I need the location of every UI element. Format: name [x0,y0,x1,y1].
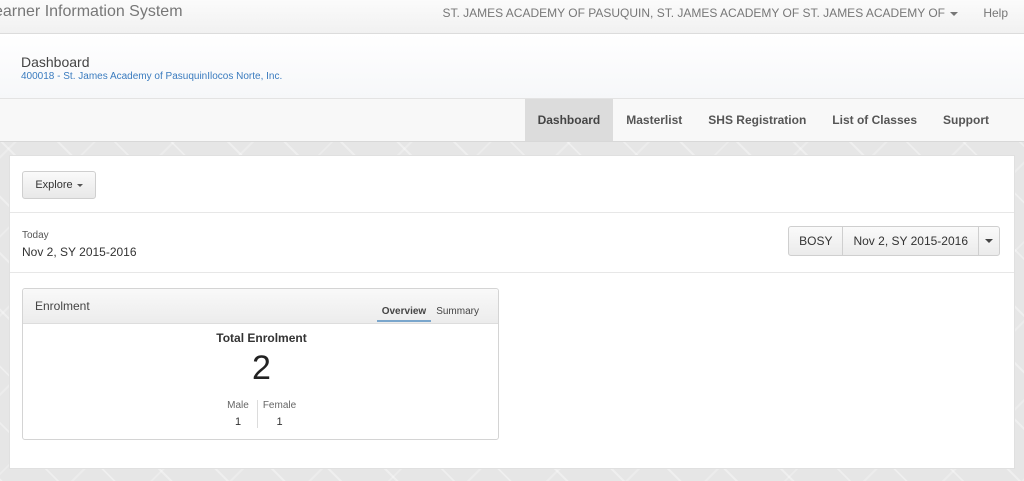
page-title: Dashboard [21,54,90,70]
tab-summary[interactable]: Summary [431,306,484,322]
explore-label: Explore [35,179,73,191]
date-row: Today Nov 2, SY 2015-2016 BOSY Nov 2, SY… [10,213,1014,273]
female-value: 1 [276,416,283,428]
enrolment-card-title: Enrolment [35,299,90,313]
caret-down-icon [76,183,83,187]
tab-support[interactable]: Support [930,99,1002,141]
explore-button[interactable]: Explore [22,171,96,199]
main-nav-tabs: Dashboard Masterlist SHS Registration Li… [524,99,1002,141]
help-link[interactable]: Help [983,6,1008,20]
toolbar-row: Explore [10,156,1014,213]
female-column: Female 1 [257,400,301,428]
total-enrolment-label: Total Enrolment [216,331,307,345]
school-selector-menu[interactable]: ST. JAMES ACADEMY OF PASUQUIN, ST. JAMES… [442,6,958,20]
male-column: Male 1 [219,400,257,428]
tab-dashboard[interactable]: Dashboard [524,99,614,141]
today-label: Today [22,230,49,241]
caret-down-icon [985,239,993,243]
male-value: 1 [234,416,242,428]
tab-overview[interactable]: Overview [376,306,432,322]
tab-list-of-classes[interactable]: List of Classes [819,99,930,141]
school-id-line: 400018 - St. James Academy of PasuquinIl… [21,71,283,82]
female-label: Female [262,400,297,411]
bosy-button[interactable]: BOSY [788,226,844,256]
page-header: Dashboard 400018 - St. James Academy of … [0,34,1024,142]
enrolment-card-header: Enrolment Overview Summary [23,289,498,324]
date-select-button[interactable]: Nov 2, SY 2015-2016 [842,226,979,256]
total-enrolment-value: 2 [252,349,271,387]
tab-masterlist[interactable]: Masterlist [613,99,695,141]
male-label: Male [227,400,249,411]
school-selector-label: ST. JAMES ACADEMY OF PASUQUIN, ST. JAMES… [442,6,945,20]
enrolment-card: Enrolment Overview Summary Total Enrolme… [22,288,499,440]
app-brand[interactable]: earner Information System [0,3,183,21]
header-title-area: Dashboard 400018 - St. James Academy of … [0,34,1024,99]
date-button-group: BOSY Nov 2, SY 2015-2016 [788,226,1000,256]
top-navbar: earner Information System ST. JAMES ACAD… [0,0,1024,34]
today-value: Nov 2, SY 2015-2016 [22,245,137,259]
date-dropdown-toggle[interactable] [978,226,1000,256]
tab-shs-registration[interactable]: SHS Registration [695,99,819,141]
caret-down-icon [950,11,958,16]
enrolment-card-tabs: Overview Summary [376,306,484,322]
gender-split: Male 1 Female 1 [219,400,301,428]
dashboard-panel: Explore Today Nov 2, SY 2015-2016 BOSY N… [9,155,1015,469]
